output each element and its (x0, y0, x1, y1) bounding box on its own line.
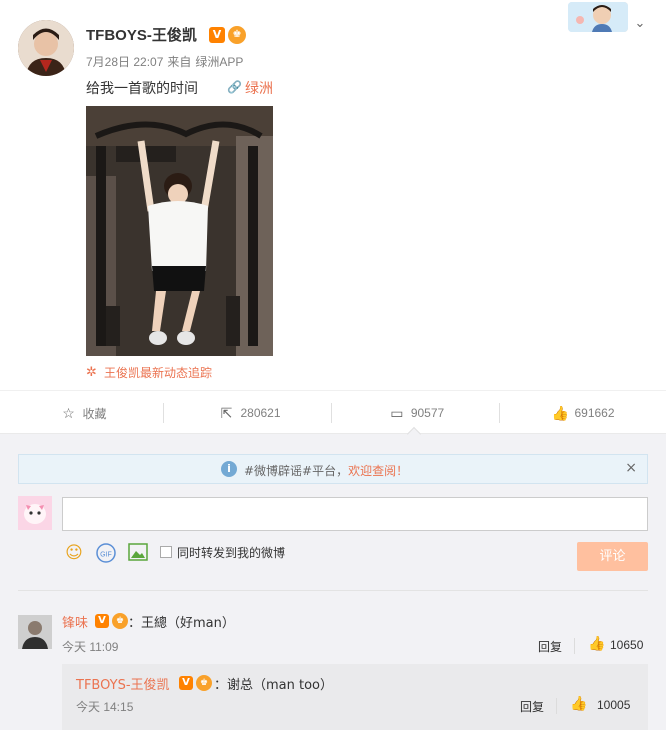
fan-club-badge-icon[interactable]: ♚ (196, 675, 212, 691)
repost-icon: ⇱ (220, 405, 233, 421)
fan-club-badge-icon[interactable]: ♚ (112, 613, 128, 629)
card-skin-avatar (568, 2, 628, 32)
weibo-post: TFBOYS-王俊凯 V ♚ 7月28日 22:07 来自 绿洲APP ⌄ 给我一首… (0, 0, 666, 390)
comment-text: ：王總（好man） (128, 616, 235, 631)
comment-time: 今天 11:09 (62, 640, 119, 654)
thumbs-up-icon[interactable]: 👍 (588, 636, 605, 652)
reply-time: 今天 14:15 (76, 700, 134, 714)
like-button[interactable]: 👍 691662 (500, 391, 666, 435)
comment-icon: ▭ (390, 405, 404, 421)
notice-text-highlight[interactable]: 欢迎查阅！ (348, 464, 408, 478)
divider (163, 403, 164, 423)
post-text: 给我一首歌的时间 (86, 81, 198, 97)
comment-input[interactable] (62, 497, 648, 531)
thumbs-up-icon[interactable]: 👍 (570, 696, 587, 712)
reply-button[interactable]: 回复 (520, 698, 544, 715)
link-icon: 🔗 (227, 80, 242, 94)
verified-badge-icon[interactable]: V (179, 676, 193, 690)
source-prefix: 来自 (167, 55, 192, 69)
notice-text-main: #微博辟谣#平台， (244, 464, 349, 478)
divider (331, 403, 332, 423)
favorite-label: 收藏 (82, 406, 107, 421)
comment-like-count[interactable]: 10650 (610, 638, 643, 652)
repost-count: 280621 (240, 406, 281, 420)
action-bar: ☆ 收藏 ⇱ 280621 ▭ 90577 👍 691662 (0, 390, 666, 434)
rumor-notice: i #微博辟谣#平台，欢迎查阅！ × (18, 454, 648, 484)
reply-like-count[interactable]: 10005 (597, 698, 630, 712)
post-meta: 7月28日 22:07 来自 绿洲APP (86, 53, 247, 70)
svg-text:GIF: GIF (100, 552, 112, 559)
repost-option-label: 同时转发到我的微博 (177, 546, 286, 560)
post-source[interactable]: 绿洲APP (195, 55, 243, 69)
divider (18, 590, 648, 591)
replier-name[interactable]: TFBOYS-王俊凯 (76, 674, 170, 693)
verified-badge-icon[interactable]: V (209, 27, 225, 43)
reply-text: ：谢总（man too） (214, 678, 334, 693)
my-avatar (18, 496, 52, 530)
topic-link[interactable]: 王俊凯最新动态追踪 (104, 364, 212, 381)
favorite-button[interactable]: ☆ 收藏 (0, 391, 166, 435)
location-link[interactable]: 绿洲 (245, 78, 273, 98)
divider (574, 638, 575, 654)
chevron-down-icon[interactable]: ⌄ (632, 16, 648, 32)
topic-icon: ✲ (86, 365, 97, 380)
notice-text[interactable]: #微博辟谣#平台，欢迎查阅！ (244, 462, 408, 479)
star-icon: ☆ (62, 405, 75, 421)
verified-badge-icon[interactable]: V (95, 614, 109, 628)
like-count: 691662 (574, 406, 615, 420)
close-icon[interactable]: × (625, 460, 637, 476)
fan-club-badge-icon[interactable]: ♚ (228, 26, 246, 44)
author-avatar[interactable] (18, 20, 74, 76)
thumbs-up-icon: 👍 (551, 405, 570, 421)
repost-button[interactable]: ⇱ 280621 (166, 391, 332, 435)
repost-checkbox[interactable] (160, 546, 172, 558)
post-date[interactable]: 7月28日 22:07 (86, 55, 163, 69)
info-icon: i (221, 461, 237, 477)
image-icon[interactable] (128, 543, 148, 563)
emoji-icon[interactable]: ☺ (64, 543, 84, 563)
gif-icon[interactable]: GIF (96, 543, 116, 563)
reply-button[interactable]: 回复 (538, 638, 562, 655)
post-photo[interactable] (86, 106, 273, 356)
commenter-avatar[interactable] (18, 615, 52, 649)
submit-comment-button[interactable]: 评论 (577, 542, 648, 571)
commenter-name[interactable]: 锋味 (62, 612, 88, 631)
author-name[interactable]: TFBOYS-王俊凯 (86, 24, 197, 45)
divider (556, 698, 557, 714)
comment-count: 90577 (410, 406, 445, 420)
